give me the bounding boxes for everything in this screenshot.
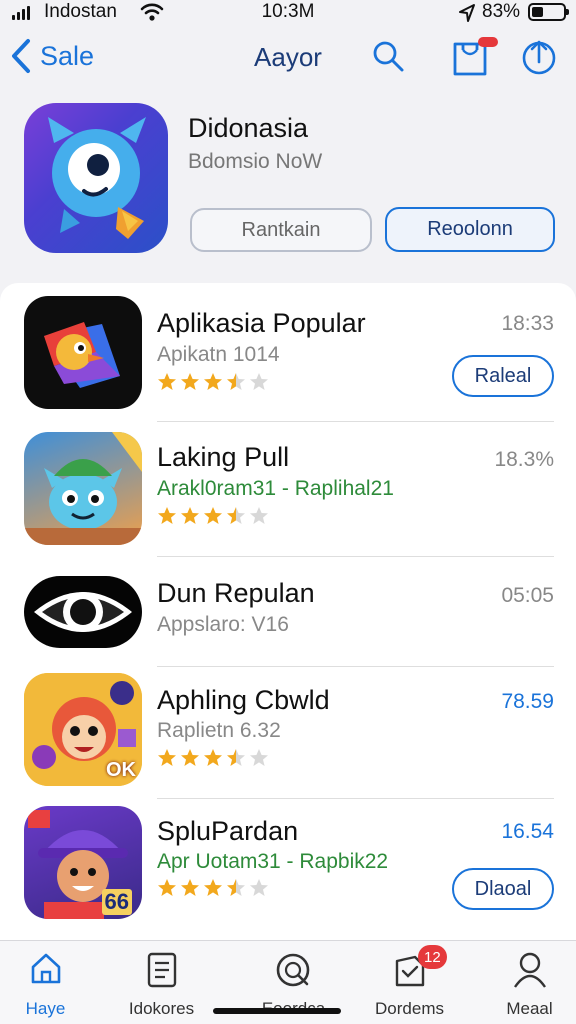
app-name: Aplikasia Popular — [157, 308, 366, 338]
app-value: 78.59 — [501, 690, 554, 713]
star-filled-icon — [158, 507, 176, 524]
star-empty-icon — [250, 749, 268, 766]
divider — [157, 666, 554, 667]
star-filled-icon — [158, 373, 176, 390]
navigation-bar: Sale Aayor — [0, 30, 576, 86]
primary-action-button[interactable]: Reoolonn — [385, 207, 555, 252]
featured-app-icon[interactable] — [24, 103, 168, 253]
tab-label: Haye — [25, 999, 66, 1018]
house-icon — [31, 953, 60, 984]
home-indicator — [213, 1008, 341, 1014]
search-icon[interactable] — [370, 38, 406, 74]
wifi-icon — [140, 3, 164, 21]
star-half-icon — [227, 373, 245, 390]
tab-home[interactable]: Haye — [0, 941, 103, 1024]
app-meta: Raplietn 6.32 — [157, 719, 281, 742]
tab-label: Idokores — [128, 999, 195, 1018]
app-meta: Apr Uotam31 - Rapbik22 — [157, 850, 389, 873]
battery-icon — [528, 3, 569, 21]
search-icon — [276, 953, 309, 987]
signal-icon — [12, 6, 30, 20]
star-rating — [157, 878, 269, 898]
star-half-icon — [227, 507, 245, 524]
star-filled-icon — [204, 507, 222, 524]
star-rating — [157, 506, 269, 526]
app-icon-label: 66 — [101, 889, 132, 915]
bag-icon[interactable] — [450, 34, 502, 78]
app-meta: Appslaro: V16 — [157, 613, 289, 636]
star-filled-icon — [158, 749, 176, 766]
star-filled-icon — [181, 749, 199, 766]
tab-orders[interactable]: 12 Dordems — [352, 941, 467, 1024]
star-empty-icon — [250, 507, 268, 524]
app-value: 18:33 — [501, 312, 554, 335]
mascot-icon — [48, 117, 146, 239]
star-filled-icon — [181, 373, 199, 390]
secondary-action-button[interactable]: Rantkain — [190, 208, 372, 252]
star-rating — [157, 372, 269, 392]
app-meta: Arakl0ram31 - Raplihal21 — [157, 477, 394, 500]
app-icon: OK — [24, 673, 142, 786]
star-filled-icon — [181, 507, 199, 524]
app-value: 18.3% — [494, 448, 554, 471]
back-button[interactable]: Sale — [10, 38, 94, 74]
app-name: Laking Pull — [157, 442, 290, 472]
app-icon: 66 — [24, 806, 142, 919]
star-empty-icon — [250, 879, 268, 896]
location-arrow-icon — [459, 4, 475, 22]
app-value: 16.54 — [501, 820, 554, 843]
app-name: Aphling Cbwld — [157, 685, 330, 715]
app-meta: Apikatn 1014 — [157, 343, 280, 366]
star-filled-icon — [181, 879, 199, 896]
star-half-icon — [227, 749, 245, 766]
app-name: Dun Repulan — [157, 578, 315, 608]
get-button[interactable]: Dlaoal — [452, 868, 554, 910]
star-filled-icon — [204, 749, 222, 766]
star-filled-icon — [204, 879, 222, 896]
featured-app-name: Didonasia — [188, 113, 309, 143]
app-icon-label: OK — [106, 759, 136, 781]
share-icon[interactable] — [519, 36, 559, 76]
app-icon — [24, 432, 142, 545]
divider — [157, 798, 554, 799]
tab-label: Meaal — [506, 999, 553, 1018]
status-bar: Indostan 10:3M 83% — [0, 0, 576, 26]
notification-badge: 12 — [418, 945, 447, 969]
chevron-left-icon — [12, 39, 30, 73]
star-half-icon — [227, 879, 245, 896]
carrier-label: Indostan — [44, 1, 117, 22]
app-icon — [24, 296, 142, 409]
star-rating — [157, 748, 269, 768]
star-filled-icon — [158, 879, 176, 896]
divider — [157, 421, 554, 422]
battery-percent: 83% — [482, 1, 521, 22]
app-value: 05:05 — [501, 584, 554, 607]
star-filled-icon — [204, 373, 222, 390]
tab-label: Dordems — [375, 999, 444, 1018]
tab-documents[interactable]: Idokores — [104, 941, 219, 1024]
back-label: Sale — [40, 40, 95, 71]
person-icon — [513, 952, 546, 988]
app-icon — [24, 576, 142, 648]
get-button[interactable]: Raleal — [452, 355, 554, 397]
divider — [157, 556, 554, 557]
star-empty-icon — [250, 373, 268, 390]
featured-app-subtitle: Bdomsio NoW — [188, 150, 323, 173]
app-name: SpluPardan — [157, 816, 299, 846]
tab-profile[interactable]: Meaal — [472, 941, 576, 1024]
document-icon — [147, 952, 176, 988]
